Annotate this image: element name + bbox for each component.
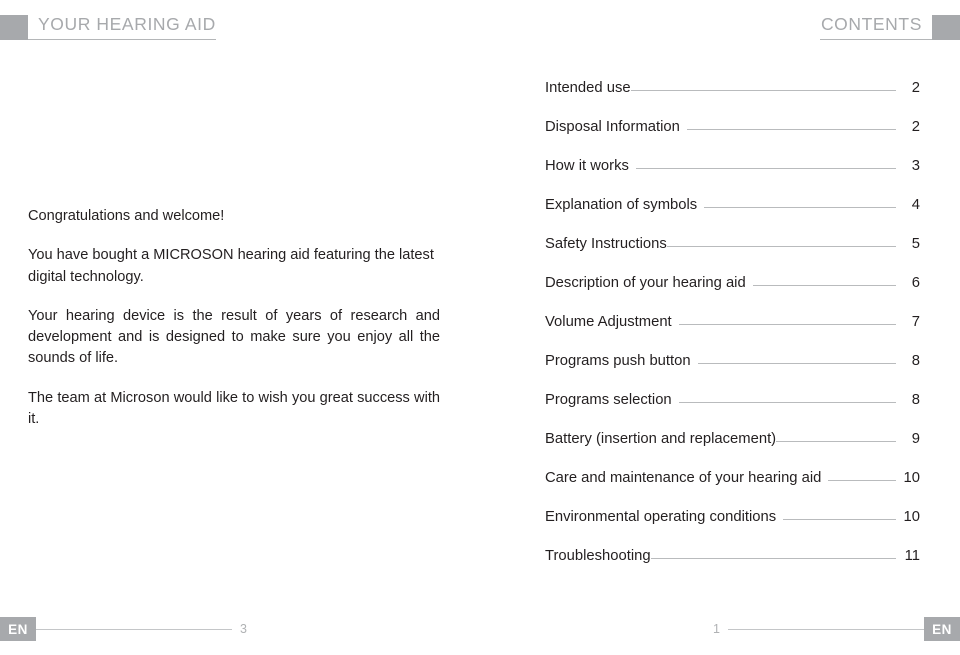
toc-entry-label: Description of your hearing aid: [545, 275, 746, 291]
toc-entry-label: Volume Adjustment: [545, 314, 672, 330]
toc-entry[interactable]: Volume Adjustment 7: [545, 314, 920, 353]
toc-leader-line: [828, 480, 896, 481]
language-badge-left: EN: [0, 617, 36, 641]
header-left-rule: [28, 39, 216, 40]
toc-entry-label: Safety Instructions: [545, 236, 667, 252]
toc-entry-page: 10: [903, 470, 920, 486]
footer-left-group: EN 3: [0, 617, 247, 641]
toc-entry-label: Troubleshooting: [545, 548, 651, 564]
toc-leader-line: [678, 402, 896, 403]
language-badge-right: EN: [924, 617, 960, 641]
welcome-paragraph: The team at Microson would like to wish …: [28, 389, 440, 428]
toc-entry-page: 4: [911, 197, 920, 213]
toc-leader-line: [752, 285, 896, 286]
toc-entry[interactable]: Battery (insertion and replacement) 9: [545, 431, 920, 470]
toc-leader-line: [635, 168, 896, 169]
footer-left-page-number: 3: [240, 622, 247, 636]
toc-entry-page: 8: [911, 353, 920, 369]
toc-entry-label: How it works: [545, 158, 629, 174]
toc-entry[interactable]: Programs push button 8: [545, 353, 920, 392]
table-of-contents: Intended use 2 Disposal Information 2 Ho…: [545, 80, 920, 587]
toc-entry[interactable]: Disposal Information 2: [545, 119, 920, 158]
toc-leader-line: [704, 207, 896, 208]
toc-entry-label: Environmental operating conditions: [545, 509, 777, 525]
toc-entry-label: Battery (insertion and replacement): [545, 431, 777, 447]
toc-entry-label: Programs push button: [545, 353, 691, 369]
header-right-accent-block: [932, 15, 960, 40]
page-header: YOUR HEARING AID CONTENTS: [0, 0, 960, 52]
toc-leader-line: [697, 363, 896, 364]
header-left-title: YOUR HEARING AID: [38, 13, 216, 34]
toc-entry-label: Programs selection: [545, 392, 672, 408]
toc-entry[interactable]: Intended use 2: [545, 80, 920, 119]
toc-leader-line: [783, 519, 896, 520]
header-right-title: CONTENTS: [820, 13, 922, 34]
header-left-accent-block: [0, 15, 28, 40]
toc-entry-page: 3: [911, 158, 920, 174]
toc-entry-page: 7: [911, 314, 920, 330]
welcome-paragraph: Congratulations and welcome!: [28, 208, 225, 224]
toc-entry-label: Intended use: [545, 80, 631, 96]
toc-entry[interactable]: Description of your hearing aid 6: [545, 275, 920, 314]
toc-entry-page: 11: [904, 548, 920, 564]
welcome-text-column: Congratulations and welcome! You have bo…: [28, 206, 440, 430]
toc-entry[interactable]: Environmental operating conditions 10: [545, 509, 920, 548]
toc-entry[interactable]: Explanation of symbols 4: [545, 197, 920, 236]
toc-entry-page: 2: [911, 80, 920, 96]
welcome-paragraph: You have bought a MICROSON hearing aid f…: [28, 247, 434, 285]
header-right-title-stack: CONTENTS: [820, 13, 932, 40]
header-left-group: YOUR HEARING AID: [0, 0, 216, 40]
welcome-paragraph: Your hearing device is the result of yea…: [28, 307, 440, 367]
toc-entry[interactable]: Programs selection 8: [545, 392, 920, 431]
toc-leader-line: [678, 324, 896, 325]
toc-leader-line: [630, 90, 896, 91]
toc-entry-page: 10: [903, 509, 920, 525]
footer-left-rule: [36, 628, 232, 630]
header-right-group: CONTENTS: [820, 0, 960, 40]
toc-leader-line: [650, 558, 896, 559]
toc-entry-page: 8: [911, 392, 920, 408]
header-left-title-stack: YOUR HEARING AID: [28, 13, 216, 40]
toc-entry[interactable]: Care and maintenance of your hearing aid…: [545, 470, 920, 509]
toc-leader-line: [776, 441, 896, 442]
toc-entry-page: 6: [911, 275, 920, 291]
toc-entry-page: 5: [911, 236, 920, 252]
toc-entry-label: Disposal Information: [545, 119, 680, 135]
footer-right-group: 1 EN: [713, 617, 960, 641]
toc-entry-page: 9: [911, 431, 920, 447]
toc-entry-page: 2: [911, 119, 920, 135]
footer-right-rule: [728, 628, 924, 630]
footer-right-page-number: 1: [713, 622, 720, 636]
toc-entry[interactable]: Safety Instructions 5: [545, 236, 920, 275]
toc-entry[interactable]: Troubleshooting 11: [545, 548, 920, 587]
header-right-rule: [820, 39, 932, 40]
toc-entry[interactable]: How it works 3: [545, 158, 920, 197]
page-footer: EN 3 1 EN: [0, 611, 960, 655]
toc-leader-line: [666, 246, 896, 247]
toc-leader-line: [686, 129, 896, 130]
toc-entry-label: Explanation of symbols: [545, 197, 698, 213]
toc-entry-label: Care and maintenance of your hearing aid: [545, 470, 822, 486]
